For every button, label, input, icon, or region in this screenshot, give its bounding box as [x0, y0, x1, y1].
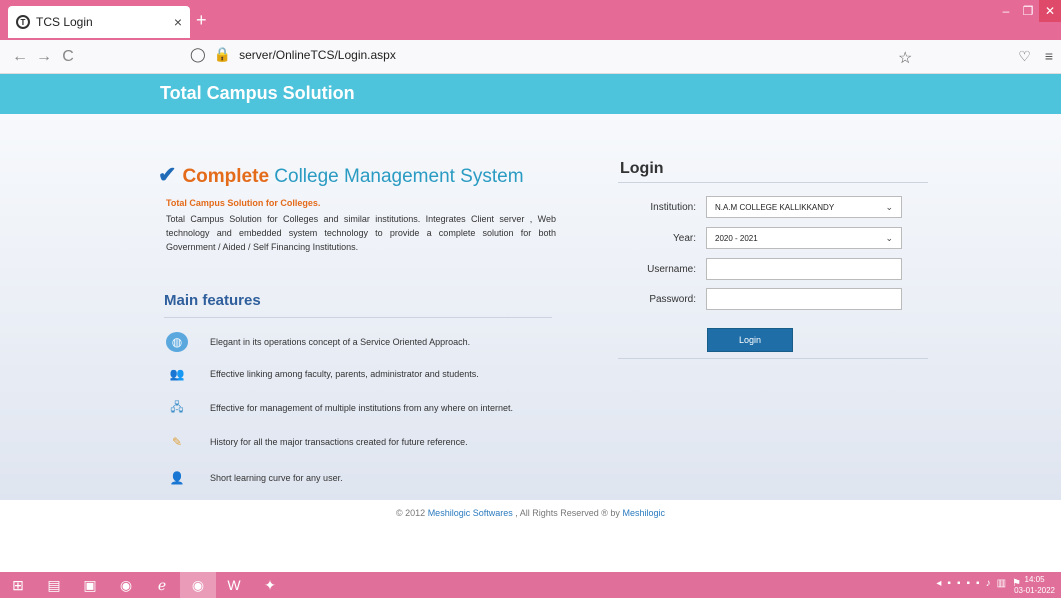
shield-icon: ◯ [190, 46, 206, 62]
cms-heading-rest: College Management System [274, 166, 524, 187]
cms-heading-bold: Complete [182, 166, 270, 187]
institution-select[interactable]: N.A.M COLLEGE KALLIKKANDY ⌄ [706, 196, 902, 218]
globe-icon: ◍ [166, 332, 188, 352]
clock-date: 03-01-2022 [1014, 586, 1055, 595]
login-button[interactable]: Login [707, 328, 793, 352]
feature-text: Elegant in its operations concept of a S… [210, 337, 471, 347]
page-footer: © 2012 Meshilogic Softwares , All Rights… [0, 508, 1061, 518]
tcs-favicon-icon: T [16, 15, 30, 29]
footer-rights: , All Rights Reserved ® by [515, 508, 620, 518]
firefox-icon[interactable]: ◉ [108, 572, 144, 598]
maximize-button[interactable]: ❐ [1017, 0, 1039, 22]
menu-icon[interactable]: ≡ [1045, 48, 1053, 65]
institution-label: Institution: [650, 201, 696, 213]
minimize-button[interactable]: – [995, 0, 1017, 22]
edge-icon[interactable]: ℯ [144, 572, 180, 598]
browser-nav-bar: ← → C ◯ 🔒 server/OnlineTCS/Login.aspx ☆ … [0, 40, 1061, 74]
intro-subheading: Total Campus Solution for Colleges. [166, 198, 321, 208]
login-title: Login [620, 160, 664, 177]
login-divider [618, 182, 928, 183]
new-tab-button[interactable]: + [196, 10, 207, 31]
user-icon: 👤 [169, 471, 185, 485]
bookmark-star-icon[interactable]: ☆ [898, 48, 912, 68]
feature-item: 👤 Short learning curve for any user. [166, 468, 343, 488]
features-divider [164, 317, 552, 318]
password-row: Password: [618, 288, 902, 310]
institution-row: Institution: N.A.M COLLEGE KALLIKKANDY ⌄ [618, 196, 902, 218]
tray-app-icon[interactable]: ▪ [947, 578, 951, 589]
password-label: Password: [649, 293, 696, 305]
address-bar[interactable]: ◯ 🔒 server/OnlineTCS/Login.aspx [190, 46, 396, 63]
feature-text: Short learning curve for any user. [210, 473, 343, 483]
tab-close-icon[interactable]: × [174, 14, 182, 30]
chevron-down-icon: ⌄ [885, 201, 893, 212]
url-text[interactable]: server/OnlineTCS/Login.aspx [239, 48, 396, 62]
pencil-icon: ✎ [171, 435, 183, 449]
features-title: Main features [164, 292, 261, 309]
window-controls: – ❐ ✕ [995, 0, 1061, 22]
year-row: Year: 2020 - 2021 ⌄ [618, 227, 902, 249]
year-value: 2020 - 2021 [715, 233, 758, 243]
os-taskbar: ⊞ ▤ ▣ ◉ ℯ ◉ W ✦ ◂ ▪ ▪ ▪ ▪ ♪ ▥ ⚑ 14:05 03… [0, 572, 1061, 598]
site-banner: Total Campus Solution [0, 74, 1061, 114]
login-bottom-divider [618, 358, 928, 359]
feature-item: ◍ Elegant in its operations concept of a… [166, 332, 470, 352]
username-row: Username: [618, 258, 902, 280]
footer-company-link[interactable]: Meshilogic Softwares [428, 508, 513, 518]
windows-start-icon[interactable]: ⊞ [0, 572, 36, 598]
paint-icon[interactable]: ✦ [252, 572, 288, 598]
feature-item: 🖧 Effective for management of multiple i… [166, 398, 513, 418]
year-label: Year: [673, 232, 696, 244]
username-input[interactable] [706, 258, 902, 280]
feature-text: History for all the major transactions c… [210, 437, 468, 447]
main-content: ✔ Complete College Management System Tota… [0, 114, 1061, 500]
password-input[interactable] [706, 288, 902, 310]
footer-brand-link[interactable]: Meshilogic [622, 508, 665, 518]
lock-icon: 🔒 [213, 46, 232, 62]
tray-app-icon[interactable]: ▪ [966, 578, 970, 589]
tab-tcs-login[interactable]: T TCS Login × [8, 6, 190, 38]
reload-button[interactable]: C [56, 48, 80, 66]
feature-item: ✎ History for all the major transactions… [166, 432, 468, 452]
feature-item: 👥 Effective linking among faculty, paren… [166, 364, 479, 384]
word-icon[interactable]: W [216, 572, 252, 598]
network-icon: 🖧 [170, 399, 184, 414]
network-tray-icon[interactable]: ▥ [997, 578, 1006, 589]
firefox-active-icon[interactable]: ◉ [180, 572, 216, 598]
close-window-button[interactable]: ✕ [1039, 0, 1061, 22]
feature-text: Effective for management of multiple ins… [210, 403, 513, 413]
footer-copyright: © 2012 [396, 508, 426, 518]
year-select[interactable]: 2020 - 2021 ⌄ [706, 227, 902, 249]
chevron-down-icon: ⌄ [885, 232, 893, 243]
people-icon: 👥 [169, 367, 185, 381]
intro-description: Total Campus Solution for Colleges and s… [166, 214, 556, 252]
pocket-icon[interactable]: ♡ [1018, 48, 1031, 65]
browser-tab-bar: T TCS Login × + – ❐ ✕ [0, 0, 1061, 40]
checkmark-icon: ✔ [158, 162, 177, 187]
feature-text: Effective linking among faculty, parents… [210, 369, 479, 379]
browser-toolbar-right: ♡ ≡ [1018, 48, 1053, 65]
tray-app-icon[interactable]: ▪ [976, 578, 980, 589]
forward-button[interactable]: → [32, 48, 56, 66]
cms-heading: ✔ Complete College Management System [158, 162, 524, 188]
clock-time: 14:05 [1024, 575, 1045, 584]
tab-title: TCS Login [36, 15, 93, 29]
institution-value: N.A.M COLLEGE KALLIKKANDY [715, 202, 835, 212]
tray-arrow-icon[interactable]: ◂ [936, 578, 941, 589]
site-title: Total Campus Solution [160, 83, 355, 103]
file-explorer-icon[interactable]: ▤ [36, 572, 72, 598]
system-tray: ◂ ▪ ▪ ▪ ▪ ♪ ▥ ⚑ [936, 578, 1021, 589]
store-icon[interactable]: ▣ [72, 572, 108, 598]
taskbar-clock[interactable]: 14:05 03-01-2022 [1014, 574, 1055, 596]
speaker-icon[interactable]: ♪ [986, 578, 991, 589]
tray-app-icon[interactable]: ▪ [957, 578, 961, 589]
username-label: Username: [647, 263, 696, 275]
back-button[interactable]: ← [8, 48, 32, 66]
